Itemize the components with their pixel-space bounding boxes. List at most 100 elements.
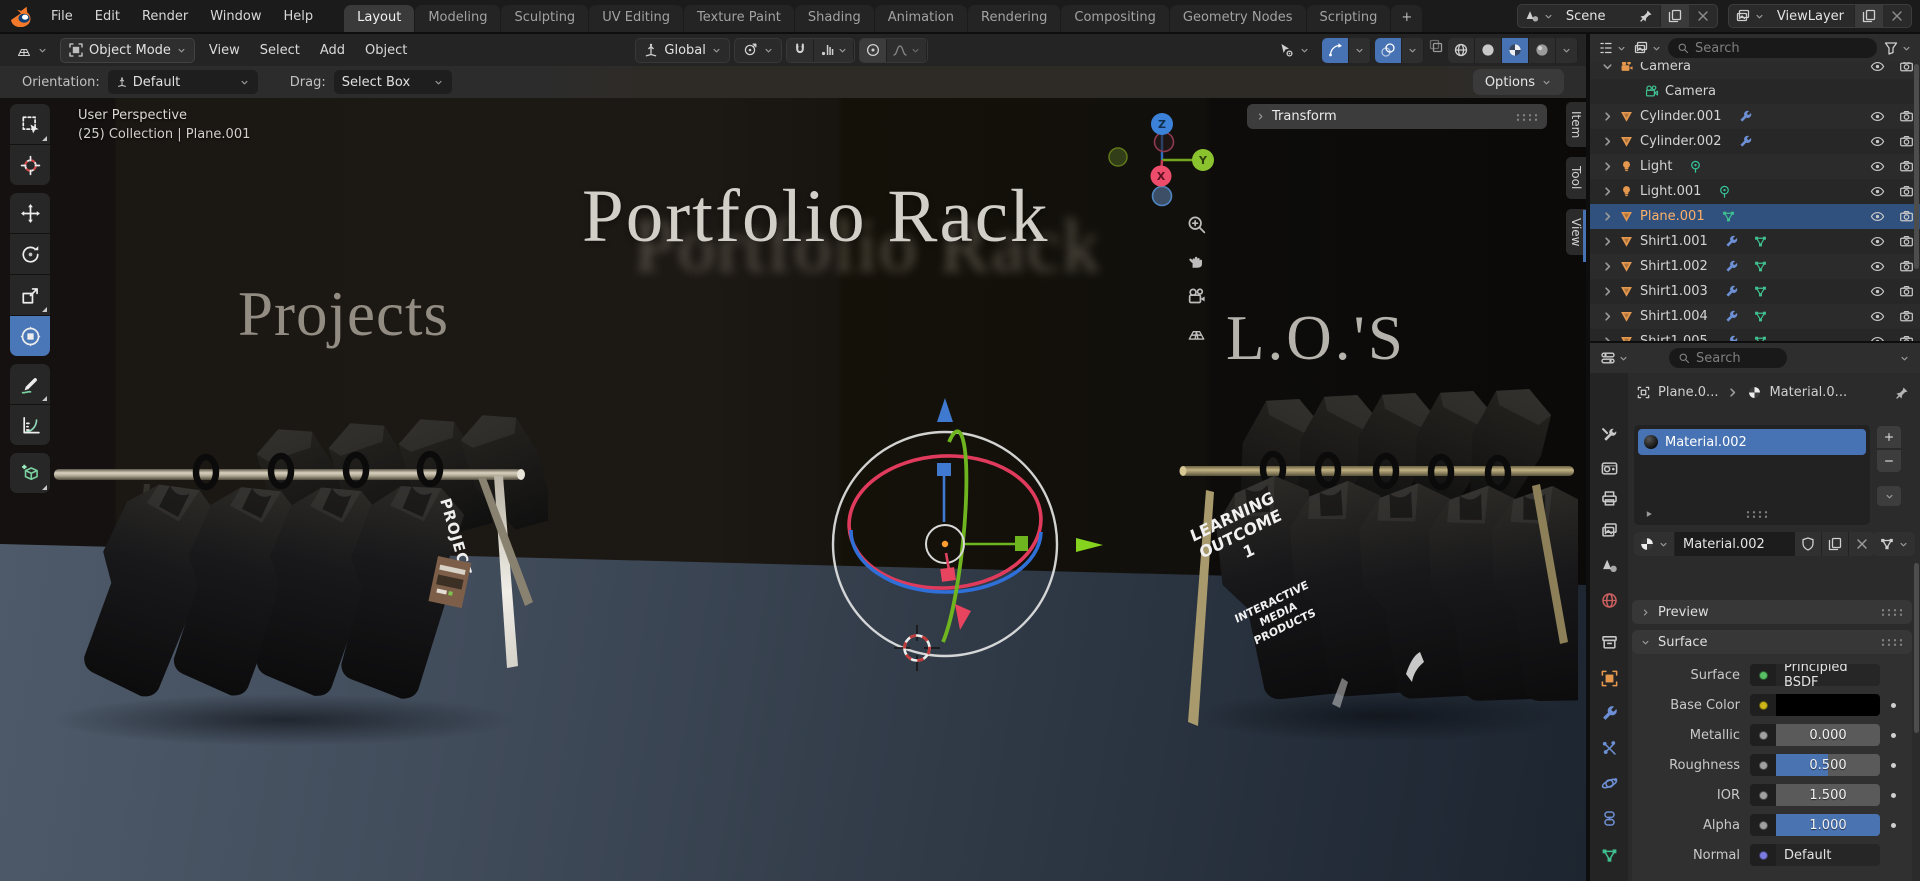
properties-tab-view-layer[interactable] [1595, 516, 1623, 544]
workspace-tab-sculpting[interactable]: Sculpting [501, 5, 588, 32]
new-material-button[interactable] [1822, 532, 1849, 556]
expand-triangle-icon[interactable] [1644, 509, 1654, 519]
mode-selector[interactable]: Object Mode [60, 38, 195, 63]
sidebar-scroll-strip[interactable] [1583, 210, 1586, 262]
orthographic-grid-icon[interactable] [1186, 322, 1207, 343]
editor-type-button[interactable] [8, 38, 56, 63]
viewport-menu-select[interactable]: Select [250, 39, 310, 62]
transform-orientation-selector[interactable]: Global [635, 38, 729, 63]
pin-icon[interactable] [1894, 385, 1910, 401]
hide-in-viewport-toggle[interactable] [1870, 284, 1885, 299]
drag-grip[interactable] [1880, 638, 1904, 646]
show-overlays-toggle[interactable] [1375, 38, 1402, 63]
3d-scene-canvas[interactable]: Portfolio Rack Portfolio Rack Projects L… [0, 98, 1586, 881]
proportional-falloff-selector[interactable] [887, 39, 927, 62]
outliner-row-shirt1.004[interactable]: Shirt1.004 [1590, 304, 1920, 329]
material-name-field[interactable]: Material.002 [1675, 532, 1795, 556]
disable-in-render-toggle[interactable] [1899, 134, 1914, 149]
outliner-row-shirt1.001[interactable]: Shirt1.001 [1590, 229, 1920, 254]
animate-dot[interactable] [1880, 703, 1906, 708]
disable-in-render-toggle[interactable] [1899, 309, 1914, 324]
add-workspace-button[interactable]: + [1391, 5, 1422, 32]
hide-in-viewport-toggle[interactable] [1870, 234, 1885, 249]
expand-closed-icon[interactable] [1600, 234, 1615, 249]
pin-button[interactable] [1632, 5, 1660, 27]
properties-tab-physics[interactable] [1595, 769, 1623, 797]
disable-in-render-toggle[interactable] [1899, 184, 1914, 199]
breadcrumb-object[interactable]: Plane.0... [1658, 385, 1718, 400]
tool-annotate-button[interactable] [10, 364, 50, 404]
tool-cursor-button[interactable] [10, 145, 50, 185]
navigation-gizmo[interactable]: Z Y X [1105, 108, 1215, 208]
material-slot-selected[interactable]: Material.002 [1638, 429, 1866, 455]
properties-search-input[interactable]: Search [1669, 348, 1787, 368]
disable-in-render-toggle[interactable] [1899, 159, 1914, 174]
outliner-row-plane.001[interactable]: Plane.001 [1590, 204, 1920, 229]
outliner-row-shirt1.005[interactable]: Shirt1.005 [1590, 329, 1920, 341]
viewport-menu-object[interactable]: Object [355, 39, 417, 62]
properties-tab-modifiers[interactable] [1595, 699, 1623, 727]
fake-user-button[interactable] [1795, 532, 1822, 556]
zoom-icon[interactable] [1186, 214, 1207, 235]
outliner-row-light[interactable]: Light [1590, 154, 1920, 179]
animate-dot[interactable] [1880, 763, 1906, 768]
properties-tab-tool[interactable] [1595, 421, 1623, 449]
menu-window[interactable]: Window [199, 5, 272, 28]
drag-grip[interactable] [1515, 113, 1539, 121]
properties-tab-world[interactable] [1595, 586, 1623, 614]
outliner-editor-type-button[interactable] [1598, 40, 1627, 56]
tool-measure-button[interactable] [10, 405, 50, 445]
animate-dot[interactable] [1880, 823, 1906, 828]
property-color[interactable] [1750, 694, 1880, 716]
animate-dot[interactable] [1880, 793, 1906, 798]
properties-tab-output[interactable] [1595, 484, 1623, 512]
add-slot-button[interactable] [1876, 425, 1902, 449]
unlink-scene-button[interactable] [1689, 5, 1717, 27]
viewlayer-selector[interactable]: ViewLayer [1728, 4, 1912, 28]
menu-file[interactable]: File [40, 5, 84, 28]
drag-setting-selector[interactable]: Select Box [334, 70, 452, 94]
disable-in-render-toggle[interactable] [1899, 334, 1914, 341]
property-button[interactable]: Principled BSDF [1750, 664, 1880, 686]
properties-editor-type-button[interactable] [1600, 350, 1629, 366]
scene-selector[interactable]: Scene [1517, 4, 1718, 28]
property-slider[interactable]: 1.500 [1750, 784, 1880, 806]
axis-z-ball[interactable]: Z [1158, 118, 1166, 131]
outliner-scrollbar[interactable] [1914, 64, 1919, 269]
expand-closed-icon[interactable] [1600, 159, 1615, 174]
socket-dot[interactable] [1750, 724, 1776, 746]
workspace-tab-geometry-nodes[interactable]: Geometry Nodes [1170, 5, 1306, 32]
scene-name[interactable]: Scene [1560, 9, 1632, 24]
new-scene-button[interactable] [1660, 5, 1689, 27]
outliner-row-cylinder.002[interactable]: Cylinder.002 [1590, 129, 1920, 154]
surface-panel-header[interactable]: Surface [1632, 630, 1912, 654]
snap-toggle[interactable] [787, 39, 814, 62]
menu-help[interactable]: Help [273, 5, 325, 28]
blender-logo-icon[interactable] [8, 6, 38, 26]
expand-closed-icon[interactable] [1600, 109, 1615, 124]
show-object-types-selector[interactable] [1270, 38, 1318, 63]
hide-in-viewport-toggle[interactable] [1870, 259, 1885, 274]
browse-material-button[interactable] [1634, 532, 1675, 556]
breadcrumb-material[interactable]: Material.0... [1769, 385, 1847, 400]
socket-dot[interactable] [1750, 664, 1776, 686]
hide-in-viewport-toggle[interactable] [1870, 159, 1885, 174]
outliner-row-camera[interactable]: Camera [1590, 79, 1920, 104]
shading-wireframe-button[interactable] [1448, 38, 1475, 63]
xray-toggle[interactable] [1428, 38, 1444, 63]
socket-dot[interactable] [1750, 814, 1776, 836]
socket-dot[interactable] [1750, 754, 1776, 776]
transform-panel-header[interactable]: Transform [1247, 104, 1547, 129]
properties-tab-constraints[interactable] [1595, 804, 1623, 832]
hide-in-viewport-toggle[interactable] [1870, 209, 1885, 224]
property-button[interactable]: Default [1750, 844, 1880, 866]
shading-solid-button[interactable] [1475, 38, 1502, 63]
menu-render[interactable]: Render [131, 5, 199, 28]
outliner-row-shirt1.003[interactable]: Shirt1.003 [1590, 279, 1920, 304]
disable-in-render-toggle[interactable] [1899, 284, 1914, 299]
expand-closed-icon[interactable] [1600, 184, 1615, 199]
tool-add-cube-button[interactable] [10, 453, 50, 493]
tool-select-box-button[interactable] [10, 104, 50, 144]
slot-specials-button[interactable] [1876, 485, 1902, 507]
menu-edit[interactable]: Edit [84, 5, 131, 28]
